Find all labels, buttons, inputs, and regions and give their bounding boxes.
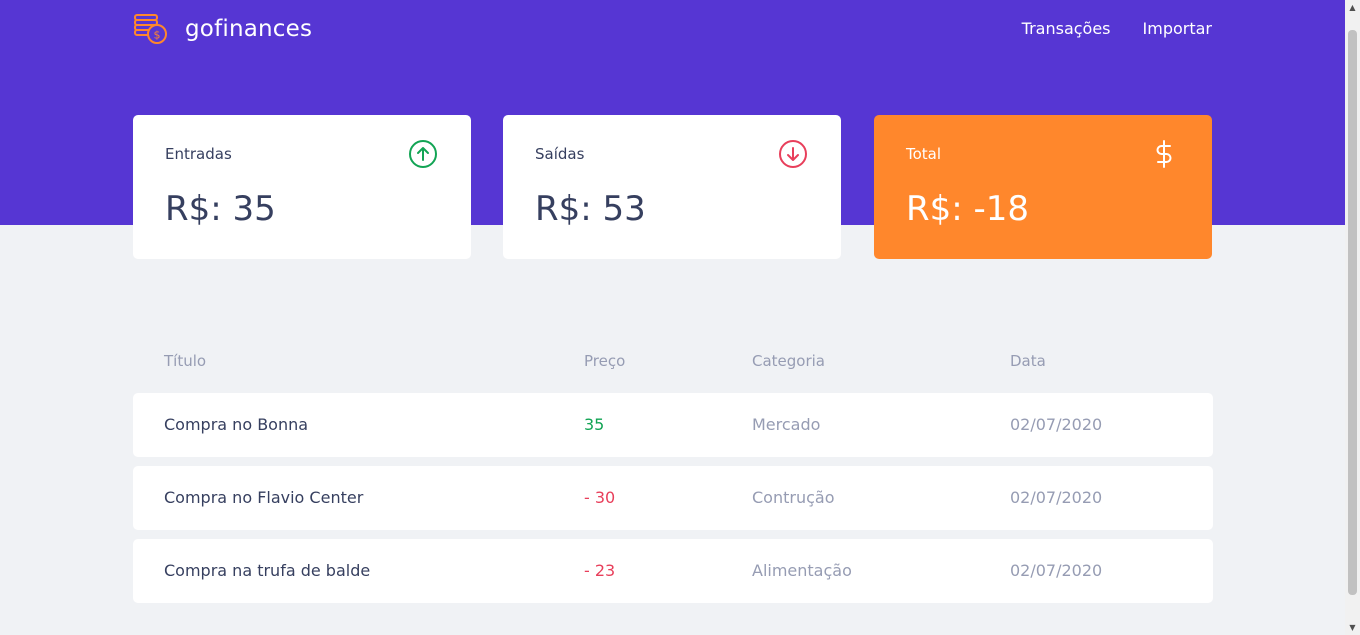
row-price: - 23	[584, 561, 616, 580]
row-title: Compra na trufa de balde	[164, 561, 371, 580]
nav-importar[interactable]: Importar	[1143, 19, 1212, 38]
header-data: Data	[1010, 352, 1046, 370]
svg-text:$: $	[154, 29, 161, 42]
row-price: - 30	[584, 488, 616, 507]
outcome-card: Saídas R$: 53	[503, 115, 841, 259]
logo[interactable]: $ gofinances	[133, 12, 312, 46]
header-titulo: Título	[164, 352, 207, 370]
header-categoria: Categoria	[752, 352, 826, 370]
scroll-down-arrow-icon[interactable]: ▼	[1345, 620, 1360, 635]
table-row[interactable]: Compra no Bonna 35 Mercado 02/07/2020	[133, 393, 1213, 457]
vertical-scrollbar[interactable]: ▲ ▼	[1345, 0, 1360, 635]
app-name: gofinances	[185, 16, 313, 42]
total-value: R$: -18	[906, 189, 1030, 229]
dollar-sign-icon	[1156, 140, 1172, 168]
outcome-label: Saídas	[535, 145, 585, 163]
scroll-up-arrow-icon[interactable]: ▲	[1345, 0, 1360, 15]
header-preco: Preço	[584, 352, 626, 370]
table-row[interactable]: Compra na trufa de balde - 23 Alimentaçã…	[133, 539, 1213, 603]
row-date: 02/07/2020	[1010, 415, 1103, 434]
row-category: Alimentação	[752, 561, 852, 580]
row-category: Contrução	[752, 488, 835, 507]
income-value: R$: 35	[165, 189, 276, 229]
total-card: Total R$: -18	[874, 115, 1212, 259]
nav-transacoes[interactable]: Transações	[1022, 19, 1111, 38]
total-label: Total	[906, 145, 942, 163]
row-category: Mercado	[752, 415, 821, 434]
arrow-up-circle-icon	[409, 140, 437, 168]
arrow-down-circle-icon	[779, 140, 807, 168]
scroll-thumb[interactable]	[1348, 30, 1357, 595]
row-date: 02/07/2020	[1010, 488, 1103, 507]
row-title: Compra no Bonna	[164, 415, 309, 434]
table-header: Título Preço Categoria Data	[133, 340, 1213, 384]
row-date: 02/07/2020	[1010, 561, 1103, 580]
income-card: Entradas R$: 35	[133, 115, 471, 259]
outcome-value: R$: 53	[535, 189, 646, 229]
transactions-table: Título Preço Categoria Data Compra no Bo…	[133, 340, 1213, 603]
coins-logo-icon: $	[134, 14, 167, 44]
row-title: Compra no Flavio Center	[164, 488, 364, 507]
income-label: Entradas	[165, 145, 232, 163]
row-price: 35	[584, 415, 605, 434]
table-row[interactable]: Compra no Flavio Center - 30 Contrução 0…	[133, 466, 1213, 530]
top-nav: Transações Importar	[990, 19, 1212, 38]
